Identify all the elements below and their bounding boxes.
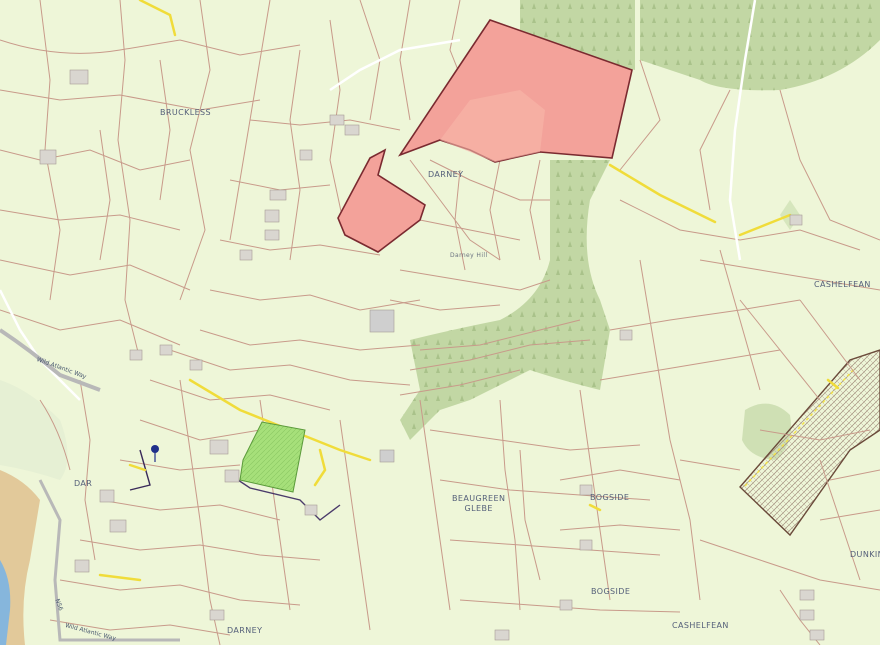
label-dunkin: DUNKIN <box>850 550 880 559</box>
label-cashelfean-bottom: CASHELFEAN <box>672 621 729 630</box>
label-bogside-2: BOGSIDE <box>591 587 631 596</box>
label-darney: DARNEY <box>428 170 464 179</box>
label-dar: DAR <box>74 479 93 488</box>
label-beaugreen-glebe: BEAUGREEN GLEBE <box>452 494 506 513</box>
map-layer <box>0 0 880 645</box>
label-darney-hill: Darney Hill <box>450 252 488 259</box>
label-bogside-1: BOGSIDE <box>590 493 630 502</box>
label-darney-bottom: DARNEY <box>227 626 263 635</box>
label-bruckless: BRUCKLESS <box>160 108 212 117</box>
label-cashelfean-right: CASHELFEAN <box>814 280 871 289</box>
map-canvas[interactable]: BRUCKLESS DARNEY Darney Hill CASHELFEAN … <box>0 0 880 645</box>
